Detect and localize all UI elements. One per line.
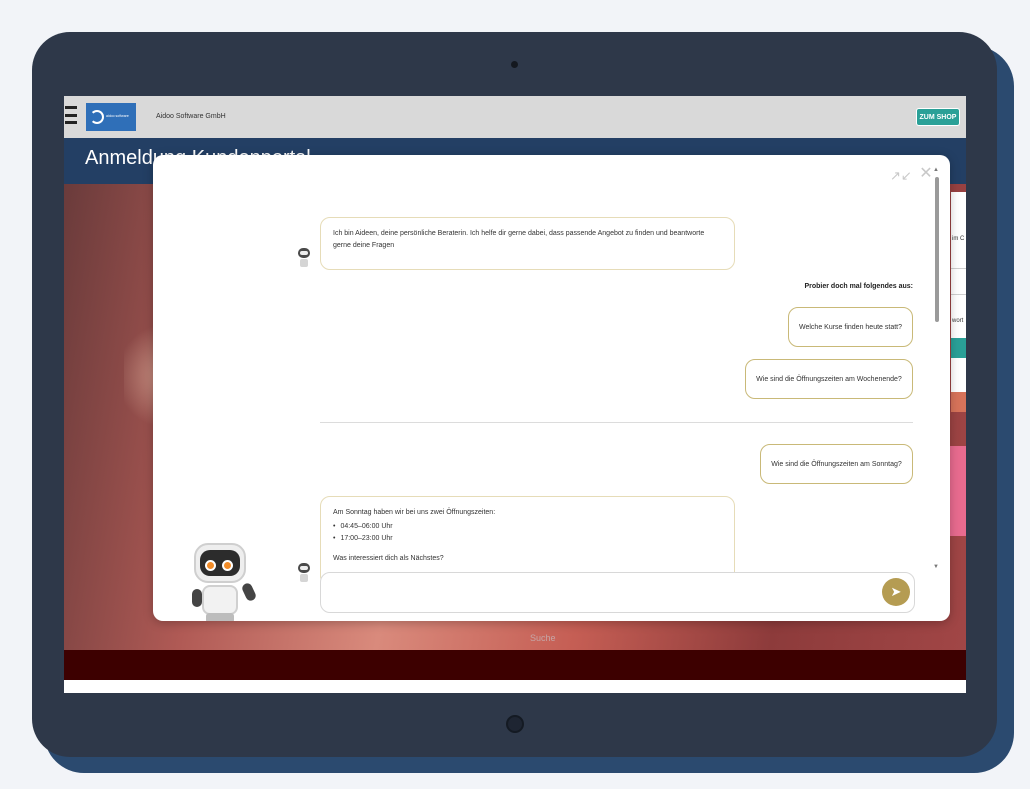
login-form-edge (951, 192, 966, 412)
top-bar: aidoo software Aidoo Software GmbH ZUM S… (64, 96, 966, 138)
forgot-password-link[interactable]: wort (952, 318, 963, 324)
login-button[interactable] (951, 338, 966, 358)
robot-head (194, 543, 246, 583)
chat-dialog: ↗↙ ✕ ▲ ▼ Ich bin Aideen, deine persönlic… (153, 155, 950, 621)
robot-arm-right (240, 581, 258, 603)
robot-eye-right (222, 560, 233, 571)
footer-band (64, 650, 966, 680)
scroll-up-icon[interactable]: ▲ (933, 167, 939, 173)
bot-reply-intro: Am Sonntag haben wir bei uns zwei Öffnun… (333, 509, 496, 516)
footer-search-text: Suche (530, 633, 556, 643)
chat-divider (320, 422, 913, 423)
chat-scrollbar[interactable]: ▲ ▼ (933, 167, 941, 572)
company-logo[interactable]: aidoo software (86, 103, 136, 131)
logo-mark-icon (90, 110, 104, 124)
login-form-text: im C (952, 236, 965, 242)
login-username-field[interactable] (951, 268, 966, 269)
tablet-home-button[interactable] (506, 715, 524, 733)
minimize-icon[interactable]: ↗↙ (890, 167, 912, 185)
scroll-down-icon[interactable]: ▼ (933, 564, 939, 570)
suggestion-label: Probier doch mal folgendes aus: (804, 283, 913, 290)
logo-text: aidoo software (106, 114, 129, 119)
login-password-field[interactable] (951, 294, 966, 295)
robot-eye-left (205, 560, 216, 571)
robot-face (200, 550, 240, 576)
robot-mascot (188, 543, 258, 621)
shop-button[interactable]: ZUM SHOP (916, 108, 960, 126)
menu-icon[interactable] (65, 106, 77, 124)
user-message-bubble: Wie sind die Öffnungszeiten am Sonntag? (760, 444, 913, 484)
company-name: Aidoo Software GmbH (156, 113, 226, 120)
opening-hours-item: 17:00–23:00 Uhr (333, 533, 722, 545)
scroll-thumb[interactable] (935, 177, 939, 322)
register-button[interactable] (951, 392, 966, 412)
bot-avatar-icon (296, 248, 312, 268)
robot-body (202, 585, 238, 615)
suggestion-button-1[interactable]: Welche Kurse finden heute statt? (788, 307, 913, 347)
footer-strip (64, 680, 966, 693)
bot-reply-followup: Was interessiert dich als Nächstes? (333, 554, 444, 562)
opening-hours-list: 04:45–06:00 Uhr 17:00–23:00 Uhr (333, 521, 722, 545)
robot-legs (206, 613, 234, 621)
bot-avatar-icon (296, 563, 312, 583)
opening-hours-item: 04:45–06:00 Uhr (333, 521, 722, 533)
chat-input[interactable] (320, 572, 915, 613)
send-icon[interactable]: ➤ (882, 578, 910, 606)
bot-greeting-bubble: Ich bin Aideen, deine persönliche Berate… (320, 217, 735, 270)
tablet-camera (511, 61, 518, 68)
robot-arm-left (192, 589, 202, 607)
suggestion-button-2[interactable]: Wie sind die Öffnungszeiten am Wochenend… (745, 359, 913, 399)
